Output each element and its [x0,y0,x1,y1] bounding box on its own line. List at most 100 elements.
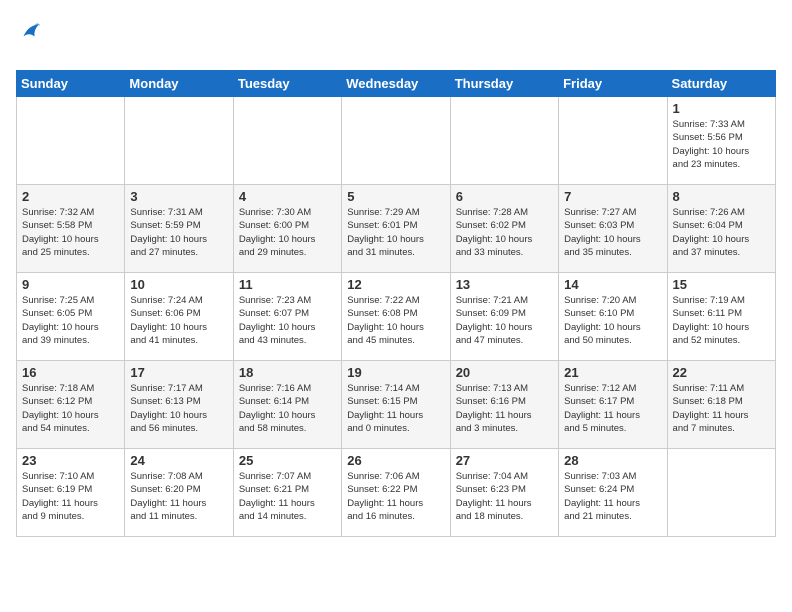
calendar-day-cell: 8 Sunrise: 7:26 AM Sunset: 6:04 PM Daylig… [667,185,775,273]
calendar-header-tuesday: Tuesday [233,71,341,97]
day-number: 15 [673,277,770,292]
day-info: Sunrise: 7:28 AM Sunset: 6:02 PM Dayligh… [456,206,553,259]
day-number: 25 [239,453,336,468]
day-number: 20 [456,365,553,380]
day-number: 12 [347,277,444,292]
logo-text [16,20,40,62]
calendar-week-row: 16Sunrise: 7:18 AM Sunset: 6:12 PM Dayli… [17,361,776,449]
day-info: Sunrise: 7:11 AM Sunset: 6:18 PM Dayligh… [673,382,770,435]
day-info: Sunrise: 7:20 AM Sunset: 6:10 PM Dayligh… [564,294,661,347]
day-info: Sunrise: 7:14 AM Sunset: 6:15 PM Dayligh… [347,382,444,435]
day-number: 14 [564,277,661,292]
day-info: Sunrise: 7:13 AM Sunset: 6:16 PM Dayligh… [456,382,553,435]
calendar-day-cell [233,97,341,185]
day-number: 8 [673,189,770,204]
day-number: 2 [22,189,119,204]
day-number: 1 [673,101,770,116]
calendar-day-cell: 6 Sunrise: 7:28 AM Sunset: 6:02 PM Daylig… [450,185,558,273]
calendar-day-cell: 20 Sunrise: 7:13 AM Sunset: 6:16 PM Dayli… [450,361,558,449]
calendar-day-cell: 27 Sunrise: 7:04 AM Sunset: 6:23 PM Dayli… [450,449,558,537]
day-number: 6 [456,189,553,204]
day-number: 23 [22,453,119,468]
calendar-day-cell: 12 Sunrise: 7:22 AM Sunset: 6:08 PM Dayli… [342,273,450,361]
calendar-header-saturday: Saturday [667,71,775,97]
day-number: 9 [22,277,119,292]
calendar-day-cell: 13 Sunrise: 7:21 AM Sunset: 6:09 PM Dayli… [450,273,558,361]
calendar-day-cell: 19 Sunrise: 7:14 AM Sunset: 6:15 PM Dayli… [342,361,450,449]
calendar-day-cell: 15 Sunrise: 7:19 AM Sunset: 6:11 PM Dayli… [667,273,775,361]
calendar-week-row: 9 Sunrise: 7:25 AM Sunset: 6:05 PM Daylig… [17,273,776,361]
day-number: 11 [239,277,336,292]
day-info: Sunrise: 7:21 AM Sunset: 6:09 PM Dayligh… [456,294,553,347]
calendar-day-cell [667,449,775,537]
day-info: Sunrise: 7:06 AM Sunset: 6:22 PM Dayligh… [347,470,444,523]
calendar-day-cell [342,97,450,185]
calendar-day-cell: 11 Sunrise: 7:23 AM Sunset: 6:07 PM Dayli… [233,273,341,361]
calendar-day-cell: 21 Sunrise: 7:12 AM Sunset: 6:17 PM Dayli… [559,361,667,449]
day-info: Sunrise: 7:29 AM Sunset: 6:01 PM Dayligh… [347,206,444,259]
day-number: 4 [239,189,336,204]
calendar-header-row: SundayMondayTuesdayWednesdayThursdayFrid… [17,71,776,97]
day-number: 19 [347,365,444,380]
day-number: 10 [130,277,227,292]
calendar-day-cell: 28Sunrise: 7:03 AM Sunset: 6:24 PM Dayli… [559,449,667,537]
day-info: Sunrise: 7:27 AM Sunset: 6:03 PM Dayligh… [564,206,661,259]
calendar-day-cell [17,97,125,185]
calendar-day-cell: 18 Sunrise: 7:16 AM Sunset: 6:14 PM Dayli… [233,361,341,449]
day-number: 18 [239,365,336,380]
day-info: Sunrise: 7:26 AM Sunset: 6:04 PM Dayligh… [673,206,770,259]
day-info: Sunrise: 7:31 AM Sunset: 5:59 PM Dayligh… [130,206,227,259]
calendar-day-cell: 4 Sunrise: 7:30 AM Sunset: 6:00 PM Daylig… [233,185,341,273]
calendar-day-cell: 17Sunrise: 7:17 AM Sunset: 6:13 PM Dayli… [125,361,233,449]
day-number: 16 [22,365,119,380]
logo [16,20,40,62]
calendar-day-cell [450,97,558,185]
day-info: Sunrise: 7:10 AM Sunset: 6:19 PM Dayligh… [22,470,119,523]
logo-bird-icon [18,20,40,42]
calendar-day-cell: 16Sunrise: 7:18 AM Sunset: 6:12 PM Dayli… [17,361,125,449]
day-info: Sunrise: 7:08 AM Sunset: 6:20 PM Dayligh… [130,470,227,523]
day-info: Sunrise: 7:23 AM Sunset: 6:07 PM Dayligh… [239,294,336,347]
page-header [16,16,776,62]
calendar-header-wednesday: Wednesday [342,71,450,97]
calendar-header-friday: Friday [559,71,667,97]
day-info: Sunrise: 7:16 AM Sunset: 6:14 PM Dayligh… [239,382,336,435]
day-info: Sunrise: 7:33 AM Sunset: 5:56 PM Dayligh… [673,118,770,171]
calendar-week-row: 2Sunrise: 7:32 AM Sunset: 5:58 PM Daylig… [17,185,776,273]
calendar-day-cell [125,97,233,185]
day-number: 28 [564,453,661,468]
calendar-day-cell: 7 Sunrise: 7:27 AM Sunset: 6:03 PM Daylig… [559,185,667,273]
calendar-day-cell: 3 Sunrise: 7:31 AM Sunset: 5:59 PM Daylig… [125,185,233,273]
day-info: Sunrise: 7:30 AM Sunset: 6:00 PM Dayligh… [239,206,336,259]
calendar-header-thursday: Thursday [450,71,558,97]
day-info: Sunrise: 7:12 AM Sunset: 6:17 PM Dayligh… [564,382,661,435]
day-number: 21 [564,365,661,380]
calendar-header-monday: Monday [125,71,233,97]
day-info: Sunrise: 7:19 AM Sunset: 6:11 PM Dayligh… [673,294,770,347]
day-info: Sunrise: 7:24 AM Sunset: 6:06 PM Dayligh… [130,294,227,347]
calendar-day-cell [559,97,667,185]
day-info: Sunrise: 7:25 AM Sunset: 6:05 PM Dayligh… [22,294,119,347]
calendar-table: SundayMondayTuesdayWednesdayThursdayFrid… [16,70,776,537]
day-number: 22 [673,365,770,380]
calendar-day-cell: 9 Sunrise: 7:25 AM Sunset: 6:05 PM Daylig… [17,273,125,361]
calendar-day-cell: 5 Sunrise: 7:29 AM Sunset: 6:01 PM Daylig… [342,185,450,273]
calendar-day-cell: 10 Sunrise: 7:24 AM Sunset: 6:06 PM Dayli… [125,273,233,361]
calendar-day-cell: 25 Sunrise: 7:07 AM Sunset: 6:21 PM Dayli… [233,449,341,537]
calendar-day-cell: 1 Sunrise: 7:33 AM Sunset: 5:56 PM Daylig… [667,97,775,185]
calendar-day-cell: 23 Sunrise: 7:10 AM Sunset: 6:19 PM Dayli… [17,449,125,537]
day-number: 5 [347,189,444,204]
calendar-day-cell: 26 Sunrise: 7:06 AM Sunset: 6:22 PM Dayli… [342,449,450,537]
day-number: 26 [347,453,444,468]
day-info: Sunrise: 7:07 AM Sunset: 6:21 PM Dayligh… [239,470,336,523]
day-info: Sunrise: 7:04 AM Sunset: 6:23 PM Dayligh… [456,470,553,523]
calendar-day-cell: 22 Sunrise: 7:11 AM Sunset: 6:18 PM Dayli… [667,361,775,449]
day-number: 13 [456,277,553,292]
calendar-day-cell: 14 Sunrise: 7:20 AM Sunset: 6:10 PM Dayli… [559,273,667,361]
day-info: Sunrise: 7:22 AM Sunset: 6:08 PM Dayligh… [347,294,444,347]
day-number: 3 [130,189,227,204]
calendar-week-row: 23 Sunrise: 7:10 AM Sunset: 6:19 PM Dayli… [17,449,776,537]
day-number: 27 [456,453,553,468]
day-number: 17 [130,365,227,380]
day-number: 7 [564,189,661,204]
